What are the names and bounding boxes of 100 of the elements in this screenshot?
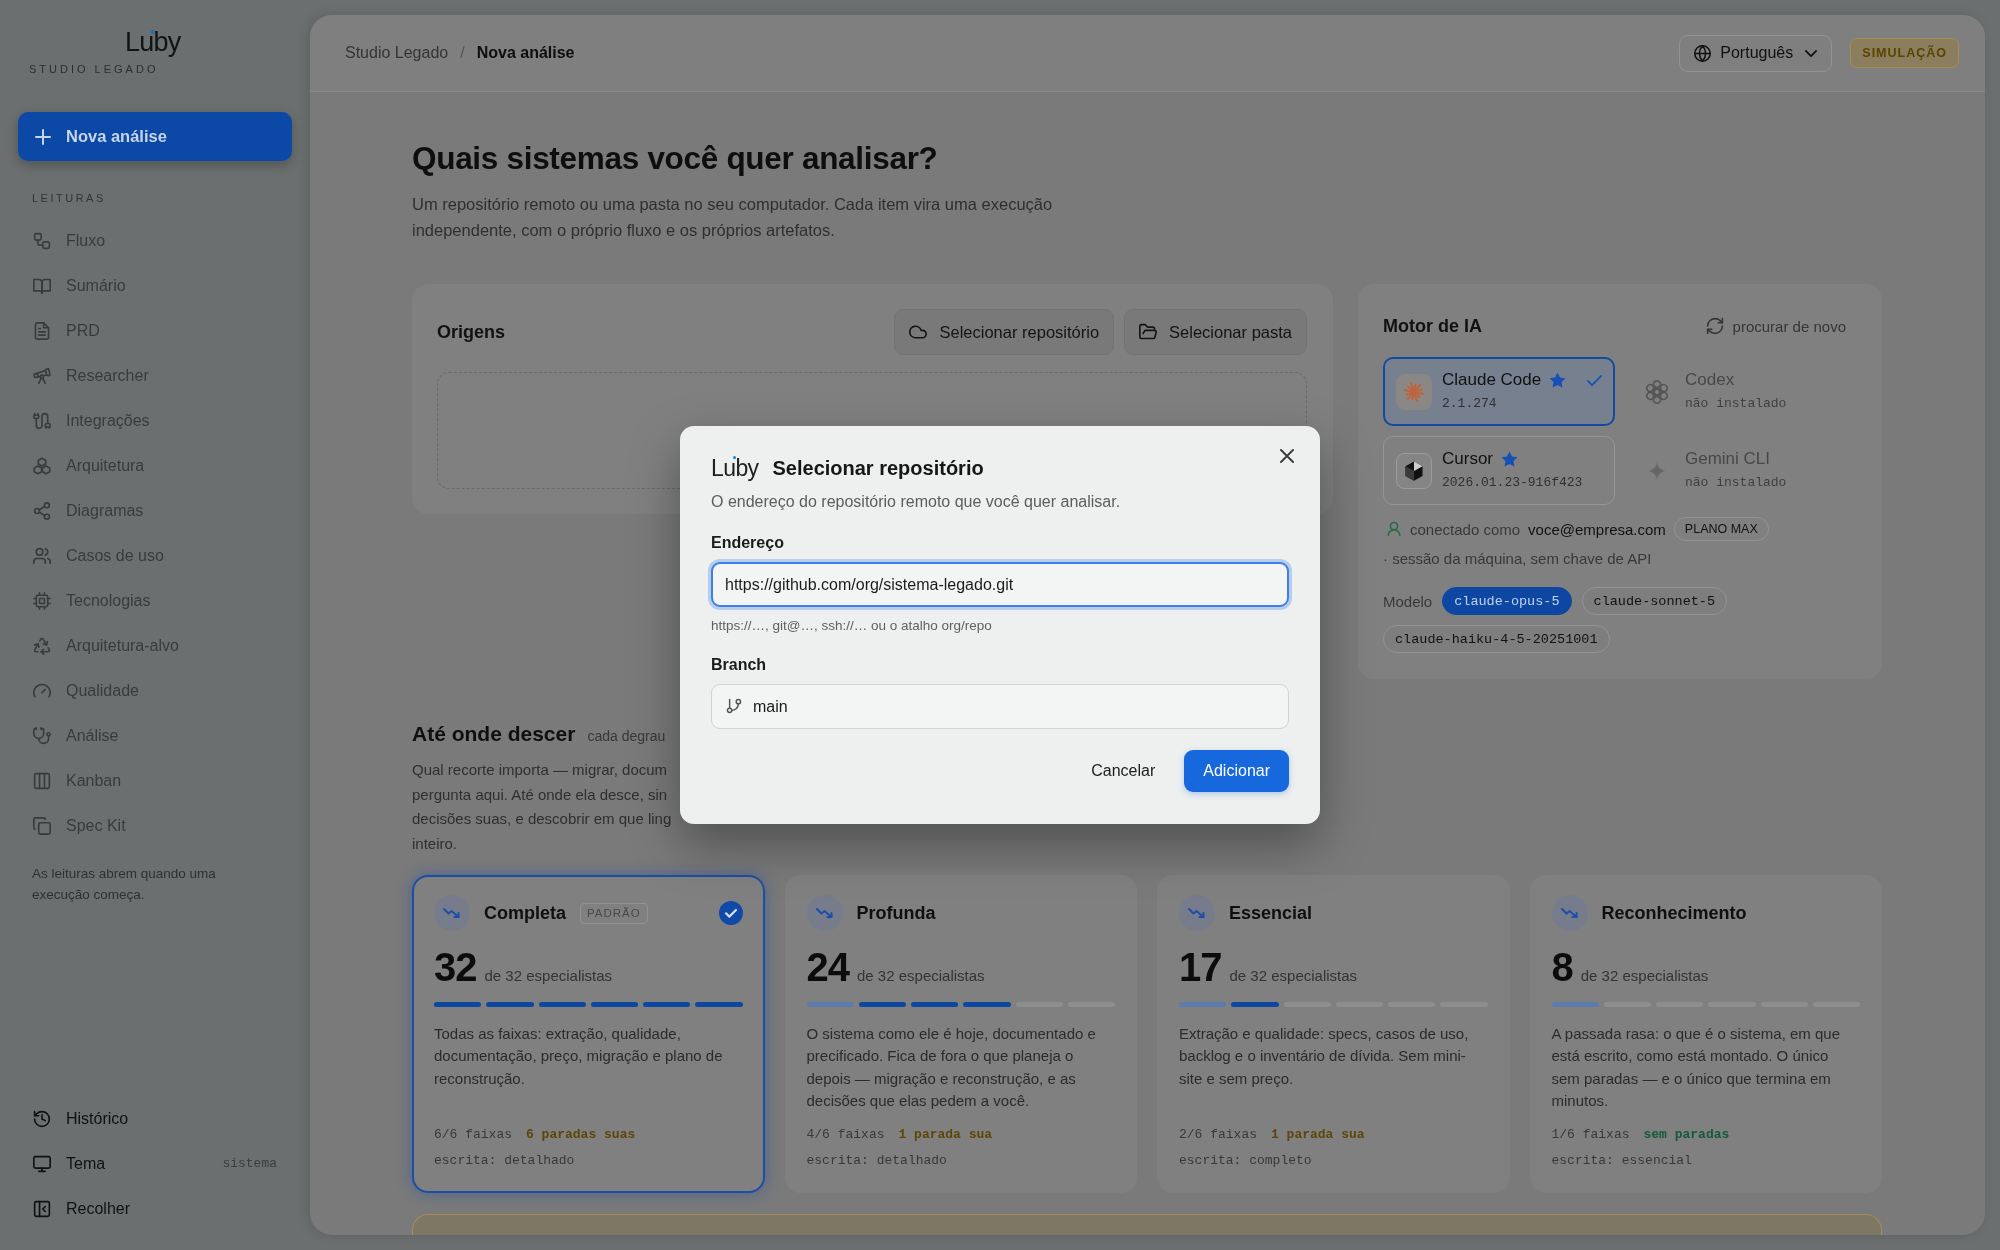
trend-down-icon xyxy=(1551,895,1588,931)
trend-down-icon xyxy=(806,895,843,931)
level-title: Essencial xyxy=(1229,902,1313,924)
sunburst-icon xyxy=(1396,373,1432,410)
sidebar-collapse-icon xyxy=(33,1199,51,1218)
engine-name: Gemini CLI xyxy=(1685,448,1771,470)
lanes-count: 1/6 faixas xyxy=(1551,1126,1630,1144)
recycle-icon xyxy=(33,636,51,655)
level-card[interactable]: Essencial 17 de 32 especialistas Extração e qualidade: specs, casos de uso, backlog e o inventário de dívida. Sem mini-site e sem preço. 2/6 faixas 1 parada sua escrita: completo xyxy=(1157,875,1510,1193)
sidebar-item[interactable]: Histórico xyxy=(18,1096,292,1141)
page-description: Um repositório remoto ou uma pasta no seu computador. Cada item vira uma execução independente, com o próprio fluxo e os próprios artefatos. xyxy=(412,194,1054,241)
engine-name: Codex xyxy=(1685,369,1735,391)
history-icon xyxy=(33,1109,51,1128)
account-label: conectado como xyxy=(1410,520,1521,538)
section-description: Qual recorte importa — migrar, docum pergunta aqui. Até onde ela desce, sin decisões suas, e descobrir em que ling inteiro. xyxy=(412,760,672,854)
document-icon xyxy=(33,321,51,340)
cloud-icon xyxy=(909,323,928,341)
cube-icon xyxy=(1396,452,1432,489)
level-card[interactable] xyxy=(1529,875,1882,1193)
cancel-button[interactable]: Cancelar xyxy=(1075,750,1172,792)
engine-status: não instalado xyxy=(1685,395,1788,413)
branch-icon xyxy=(726,698,742,714)
specialist-total: de 32 especialistas xyxy=(857,967,985,984)
specialist-count: 32 xyxy=(434,945,477,989)
level-description: Extração e qualidade: specs, casos de uso, backlog e o inventário de dívida. Sem mini-site e sem preço. xyxy=(1179,1024,1470,1089)
lanes-count: 6/6 faixas xyxy=(434,1126,512,1144)
level-card[interactable]: Completa PADRÃO 32 de 32 especialistas Todas as faixas: extração, qualidade, documentação, preço, migração e plano de reconstrução. 6/6 faixas 6 paradas suas escrita: detalhado xyxy=(412,875,765,1193)
writing-level: escrita: completo xyxy=(1179,1152,1313,1170)
user-icon xyxy=(1386,521,1402,537)
stops-label: 1 parada sua xyxy=(898,1126,993,1144)
level-title: Profunda xyxy=(856,902,936,924)
model-chip[interactable]: claude-opus-5 xyxy=(1442,587,1572,615)
users-icon xyxy=(33,546,51,565)
sidebar-note: As leituras abrem quando uma execução começa. xyxy=(31,865,217,904)
share-nodes-icon xyxy=(33,501,51,520)
current-page-title: Nova análise xyxy=(476,44,575,62)
writing-level: escrita: essencial xyxy=(1551,1152,1693,1170)
model-chip[interactable]: claude-haiku-4-5-20251001 xyxy=(1383,625,1610,653)
engine-option[interactable]: Codex não instalado xyxy=(1626,357,1858,426)
breadcrumb-link[interactable]: Studio Legado xyxy=(345,44,449,62)
panel-title: Origens xyxy=(437,321,506,343)
panel-title: Motor de IA xyxy=(1383,315,1482,337)
specialist-count: 17 xyxy=(1179,945,1222,989)
globe-icon xyxy=(1694,44,1712,62)
rescan-button[interactable]: procurar de novo xyxy=(1705,317,1857,335)
monitor-icon xyxy=(33,1154,51,1173)
workflow-icon xyxy=(33,231,51,250)
language-select[interactable]: Português xyxy=(1679,34,1833,72)
engine-version: 2.1.274 xyxy=(1442,395,1498,413)
columns-icon xyxy=(33,771,51,790)
level-title: Completa xyxy=(484,902,566,924)
add-button[interactable]: Adicionar xyxy=(1184,750,1289,792)
page-title: Quais sistemas você quer analisar? xyxy=(412,139,939,178)
book-icon xyxy=(33,276,51,295)
source-button[interactable]: Selecionar repositório xyxy=(894,309,1115,355)
engine-name: Claude Code xyxy=(1442,369,1542,391)
chip-icon xyxy=(33,591,51,610)
level-description: O sistema como ele é hoje, documentado e precificado. Fica de fora o que planeja o depois — migração e reconstrução, e as decisões que elas pedem a você. xyxy=(806,1024,1097,1112)
refresh-icon xyxy=(1705,317,1724,335)
specialist-count: 24 xyxy=(806,945,849,989)
breadcrumb-separator: / xyxy=(460,44,465,62)
level-card[interactable] xyxy=(784,875,1137,1193)
close-icon xyxy=(1280,449,1294,463)
section-label: LEITURAS xyxy=(31,191,107,206)
field-label: Endereço xyxy=(711,533,785,553)
trend-down-icon xyxy=(434,895,470,931)
engine-name: Cursor xyxy=(1442,448,1493,470)
stethoscope-icon xyxy=(33,726,51,745)
copy-icon xyxy=(33,816,51,835)
level-title: Reconhecimento xyxy=(1601,902,1747,924)
session-note: · sessão da máquina, sem chave de API xyxy=(1383,549,1653,569)
stops-label: 1 parada sua xyxy=(1271,1126,1365,1144)
plus-icon xyxy=(35,128,51,145)
boxes-icon xyxy=(33,456,51,475)
url-field[interactable]: https://github.com/org/sistema-legado.git xyxy=(711,562,1289,607)
default-badge: PADRÃO xyxy=(580,902,648,924)
engine-option[interactable]: Cursor 2026.01.23-916f423 xyxy=(1383,436,1615,505)
brand-logo: Luby xyxy=(125,27,181,57)
engine-option[interactable]: Claude Code 2.1.274 xyxy=(1383,357,1615,426)
trend-down-icon xyxy=(1179,895,1215,931)
brand-logo: Luby xyxy=(711,454,759,482)
dialog-description: O endereço do repositório remoto que você quer analisar. xyxy=(711,492,1122,512)
check-icon xyxy=(1587,374,1602,386)
branch-field[interactable]: main xyxy=(711,684,1289,729)
chevron-down-icon xyxy=(1805,49,1818,57)
level-description: A passada rasa: o que é o sistema, em que está escrito, como está montado. O único sem paradas — e o único que termina em minutos. xyxy=(1551,1024,1841,1112)
dialog-title: Selecionar repositório xyxy=(772,456,984,481)
sparkle-icon xyxy=(1648,461,1666,480)
mode-badge: SIMULAÇÃO xyxy=(1850,38,1959,68)
writing-level: escrita: detalhado xyxy=(434,1152,576,1170)
field-hint: https://…, git@…, ssh://… ou o atalho org/repo xyxy=(711,617,993,635)
telescope-icon xyxy=(33,366,51,385)
model-chip[interactable]: claude-sonnet-5 xyxy=(1581,587,1728,615)
source-button[interactable]: Selecionar pasta xyxy=(1124,309,1307,355)
engine-option[interactable]: Gemini CLI não instalado xyxy=(1626,436,1858,505)
engine-status: não instalado xyxy=(1685,474,1788,492)
knot-icon xyxy=(1644,378,1670,405)
new-analysis-button[interactable]: Nova análise xyxy=(18,112,292,161)
sidebar-item[interactable]: Recolher xyxy=(18,1186,292,1231)
stops-label: sem paradas xyxy=(1643,1126,1730,1144)
